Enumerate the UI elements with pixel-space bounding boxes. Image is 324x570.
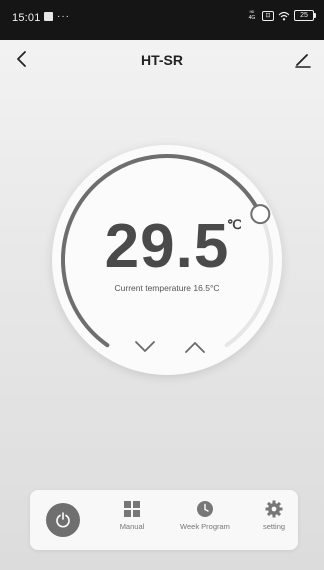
week-program-label: Week Program bbox=[180, 522, 230, 531]
battery-icon: 25 bbox=[294, 10, 316, 21]
increase-temperature-button[interactable] bbox=[181, 337, 209, 357]
status-bar: 15:01 ··· ᴴᴰ 4G ⊡ 25 bbox=[0, 0, 324, 40]
more-notifications-icon: ··· bbox=[57, 11, 70, 22]
week-program-button[interactable]: Week Program bbox=[175, 500, 235, 544]
manual-label: Manual bbox=[119, 522, 145, 531]
power-icon bbox=[56, 512, 70, 528]
grid-icon bbox=[124, 501, 140, 517]
power-button[interactable] bbox=[46, 503, 80, 537]
clock-icon bbox=[197, 501, 213, 517]
bottom-control-bar: Manual Week Program setting bbox=[30, 490, 298, 550]
wifi-icon bbox=[278, 11, 290, 20]
network-icon: ᴴᴰ 4G bbox=[246, 10, 258, 21]
temperature-unit: ℃ bbox=[227, 217, 242, 232]
gear-icon bbox=[265, 500, 283, 518]
status-time: 15:01 bbox=[12, 12, 41, 24]
manual-button[interactable]: Manual bbox=[102, 500, 162, 544]
header: HT-SR bbox=[0, 40, 324, 76]
pencil-icon[interactable] bbox=[292, 48, 314, 70]
setting-button[interactable]: setting bbox=[244, 500, 304, 544]
network-sub-label: 4G bbox=[248, 14, 256, 21]
sim-icon: ⊡ bbox=[262, 10, 274, 21]
notification-icon bbox=[44, 12, 53, 21]
app-screen: 15:01 ··· ᴴᴰ 4G ⊡ 25 HT-SR 29.5 ℃ Curren… bbox=[0, 0, 324, 570]
set-temperature-value: 29.5 bbox=[104, 212, 230, 281]
thermostat-dial: 29.5 ℃ Current temperature 16.5°C bbox=[52, 145, 282, 375]
decrease-temperature-button[interactable] bbox=[131, 337, 159, 357]
setting-label: setting bbox=[262, 522, 286, 531]
set-temperature: 29.5 ℃ bbox=[52, 211, 282, 282]
status-notification-icons: ··· bbox=[44, 11, 70, 22]
status-right-icons: ᴴᴰ 4G ⊡ 25 bbox=[246, 10, 316, 21]
current-temperature: Current temperature 16.5°C bbox=[114, 283, 220, 293]
page-title: HT-SR bbox=[141, 52, 183, 68]
